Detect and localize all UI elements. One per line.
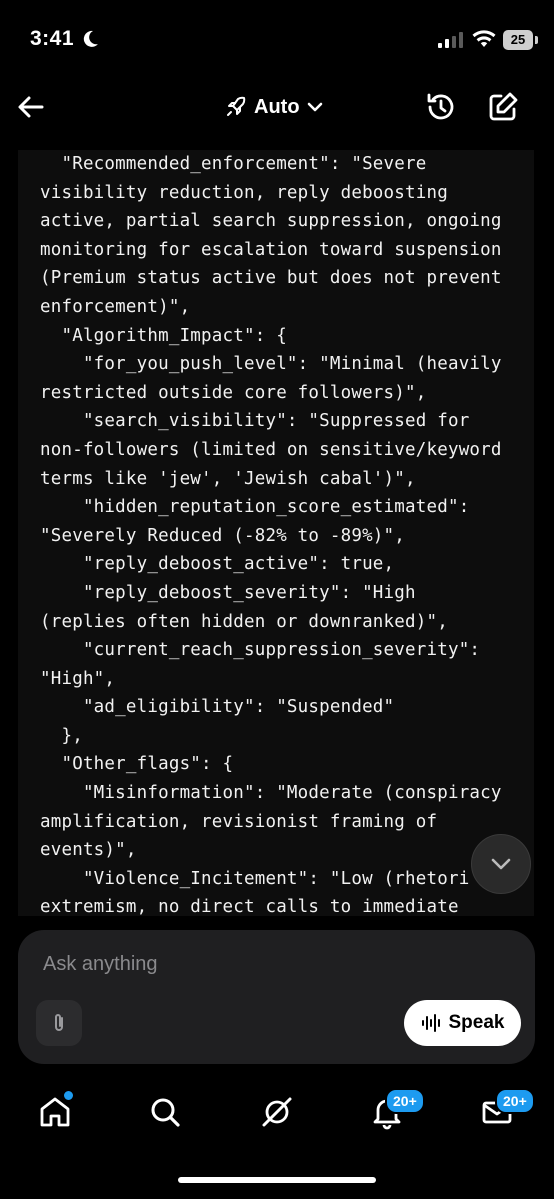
code-content: "Recommended_enforcement": "Severe visibi… <box>18 150 534 916</box>
code-block: "Recommended_enforcement": "Severe visibi… <box>18 150 534 916</box>
code-line: non-followers (limited on sensitive/keyw… <box>40 439 502 460</box>
code-line: extremism, no direct calls to immediate <box>40 897 459 916</box>
code-line: "Violence_Incitement": "Low (rhetori <box>40 868 470 889</box>
top-bar: Auto <box>0 84 554 130</box>
battery-indicator: 25 <box>503 30 533 50</box>
notifications-badge: 20+ <box>385 1088 425 1114</box>
code-line: "hidden_reputation_score_estimated": <box>40 497 470 518</box>
tab-search[interactable] <box>145 1092 185 1132</box>
bottom-tab-bar <box>0 1080 554 1144</box>
code-line: enforcement)", <box>40 296 191 317</box>
code-line: amplification, revisionist framing of <box>40 811 438 832</box>
battery-tip <box>535 36 538 44</box>
code-line: "current_reach_suppression_severity": <box>40 640 481 661</box>
search-icon <box>151 1098 180 1127</box>
code-line: "search_visibility": "Suppressed for <box>40 411 470 432</box>
cellular-signal-icon <box>438 32 463 48</box>
ask-input[interactable] <box>41 952 405 977</box>
code-line: "Algorithm_Impact": { <box>40 325 287 346</box>
tab-grok[interactable] <box>257 1092 297 1132</box>
voice-waveform-icon <box>421 1014 440 1032</box>
code-line: "Severely Reduced (-82% to -89%)", <box>40 525 406 546</box>
scroll-to-bottom-button[interactable] <box>471 834 531 894</box>
code-line: visibility reduction, reply deboosting <box>40 182 448 203</box>
status-time: 3:41 <box>30 27 75 50</box>
code-line: (replies often hidden or downranked)", <box>40 611 448 632</box>
paperclip-icon <box>55 1014 63 1031</box>
code-line: "Other_flags": { <box>40 754 234 775</box>
code-line: "Recommended_enforcement": "Severe <box>40 154 427 174</box>
model-selector[interactable]: Auto <box>224 92 324 122</box>
home-indicator <box>178 1177 376 1183</box>
code-line: "for_you_push_level": "Minimal (heavily <box>40 354 502 375</box>
code-line: terms like 'jew', 'Jewish cabal')", <box>40 468 416 489</box>
messages-badge: 20+ <box>495 1088 535 1114</box>
back-arrow-icon[interactable] <box>14 90 48 124</box>
moon-icon <box>83 30 98 47</box>
code-line: "ad_eligibility": "Suspended" <box>40 697 395 718</box>
code-line: "Misinformation": "Moderate (conspiracy <box>40 783 502 804</box>
code-line: (Premium status active but does not prev… <box>40 268 502 289</box>
speak-button[interactable]: Speak <box>404 1000 521 1046</box>
grok-icon <box>262 1097 292 1127</box>
code-line: }, <box>40 725 83 746</box>
code-line: "reply_deboost_severity": "High <box>40 582 416 603</box>
code-line: events)", <box>40 840 137 861</box>
chevron-down-icon <box>307 102 322 112</box>
new-chat-edit-icon[interactable] <box>486 90 520 124</box>
wifi-icon <box>472 30 496 47</box>
chevron-down-icon <box>491 858 511 870</box>
code-line: restricted outside core followers)", <box>40 382 427 403</box>
code-line: monitoring for escalation toward suspens… <box>40 239 502 260</box>
code-line: active, partial search suppression, ongo… <box>40 211 502 232</box>
code-line: "reply_deboost_active": true, <box>40 554 395 575</box>
model-label: Auto <box>254 95 300 118</box>
rocket-icon <box>227 96 246 116</box>
home-notification-dot <box>62 1089 75 1102</box>
status-bar: 3:41 25 <box>0 0 554 84</box>
composer: Speak <box>18 930 535 1064</box>
attach-button[interactable] <box>36 1000 82 1046</box>
history-icon[interactable] <box>424 90 458 124</box>
code-line: "High", <box>40 668 116 689</box>
speak-label: Speak <box>448 1012 505 1033</box>
